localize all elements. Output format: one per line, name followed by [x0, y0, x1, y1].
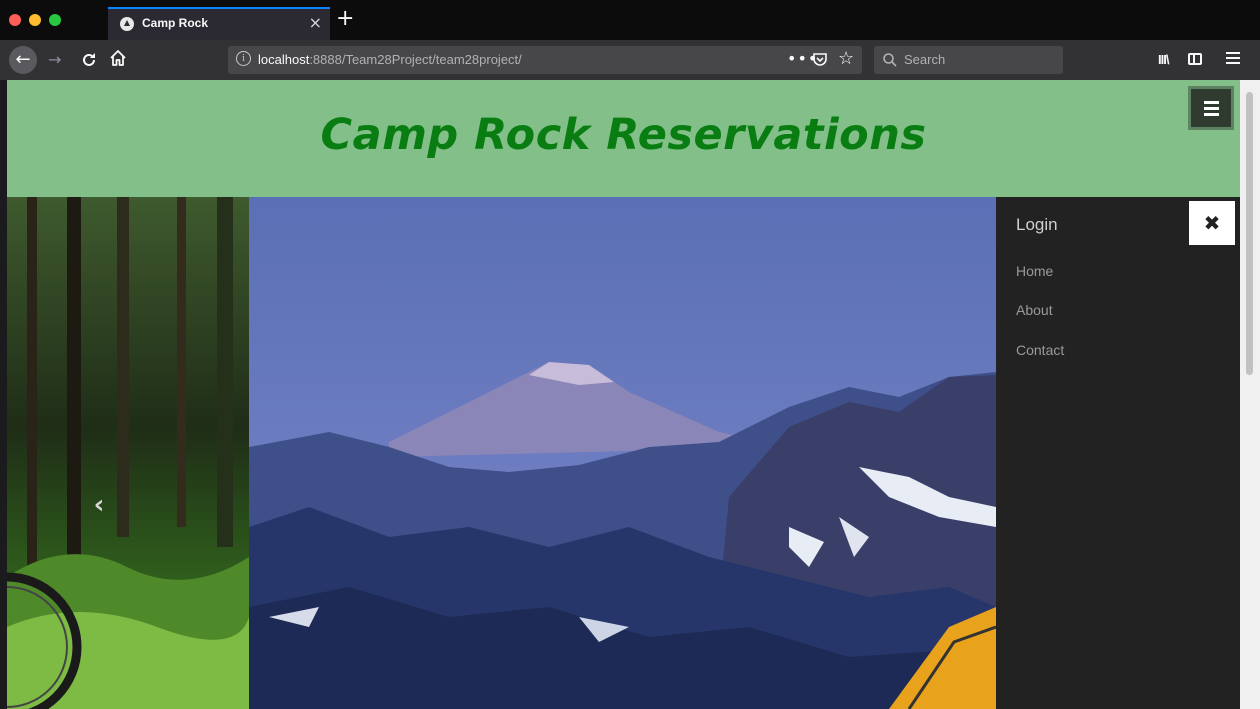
hamburger-menu-button[interactable] — [1188, 86, 1234, 130]
search-bar[interactable]: Search — [874, 46, 1063, 74]
url-text[interactable]: localhost:8888/Team28Project/team28proje… — [258, 52, 522, 67]
side-menu-login-link[interactable]: Login — [1016, 215, 1058, 235]
home-icon[interactable] — [109, 49, 127, 67]
back-button[interactable]: ← — [9, 46, 37, 74]
side-menu-item-about[interactable]: About — [1016, 302, 1053, 318]
site-title: Camp Rock Reservations — [320, 110, 927, 160]
site-header: Camp Rock Reservations — [7, 80, 1240, 197]
bookmark-star-icon[interactable]: ☆ — [838, 48, 854, 69]
carousel-prev-button[interactable]: ‹ — [87, 487, 111, 523]
maximize-window-button[interactable] — [49, 14, 61, 26]
tab-title: Camp Rock — [142, 16, 209, 30]
url-host: localhost — [258, 52, 310, 67]
page-scrollbar[interactable] — [1240, 80, 1260, 709]
browser-menu-icon[interactable] — [1226, 52, 1240, 66]
page-viewport: Camp Rock Reservations ‹ Login ✖ Home Ab… — [7, 80, 1240, 709]
sidebar-toggle-icon[interactable] — [1188, 53, 1202, 65]
browser-titlebar: Camp Rock × + — [0, 0, 1260, 40]
close-window-button[interactable] — [9, 14, 21, 26]
browser-navbar: ← → i localhost:8888/Team28Project/team2… — [0, 40, 1260, 80]
browser-tab-camp-rock[interactable]: Camp Rock × — [108, 7, 330, 40]
reload-icon[interactable] — [80, 51, 98, 69]
url-path: :8888/Team28Project/team28project/ — [309, 52, 522, 67]
side-menu-close-button[interactable]: ✖ — [1189, 201, 1235, 245]
new-tab-button[interactable]: + — [336, 6, 354, 32]
side-menu: Login ✖ Home About Contact — [996, 197, 1240, 709]
forest-bike-image — [7, 197, 249, 709]
mountain-landscape-image — [249, 197, 996, 709]
image-carousel: ‹ — [7, 197, 996, 709]
address-bar[interactable]: i localhost:8888/Team28Project/team28pro… — [228, 46, 862, 74]
pocket-icon[interactable] — [812, 51, 828, 67]
side-menu-item-home[interactable]: Home — [1016, 263, 1053, 279]
tent-favicon-icon — [120, 17, 134, 31]
forward-button[interactable]: → — [48, 50, 61, 69]
library-icon[interactable]: III\ — [1158, 52, 1169, 67]
minimize-window-button[interactable] — [29, 14, 41, 26]
site-info-icon[interactable]: i — [236, 51, 251, 66]
scrollbar-thumb[interactable] — [1246, 92, 1253, 375]
search-input[interactable]: Search — [904, 52, 945, 67]
side-menu-item-contact[interactable]: Contact — [1016, 342, 1064, 358]
tab-close-icon[interactable]: × — [309, 13, 322, 33]
search-icon — [883, 53, 897, 67]
